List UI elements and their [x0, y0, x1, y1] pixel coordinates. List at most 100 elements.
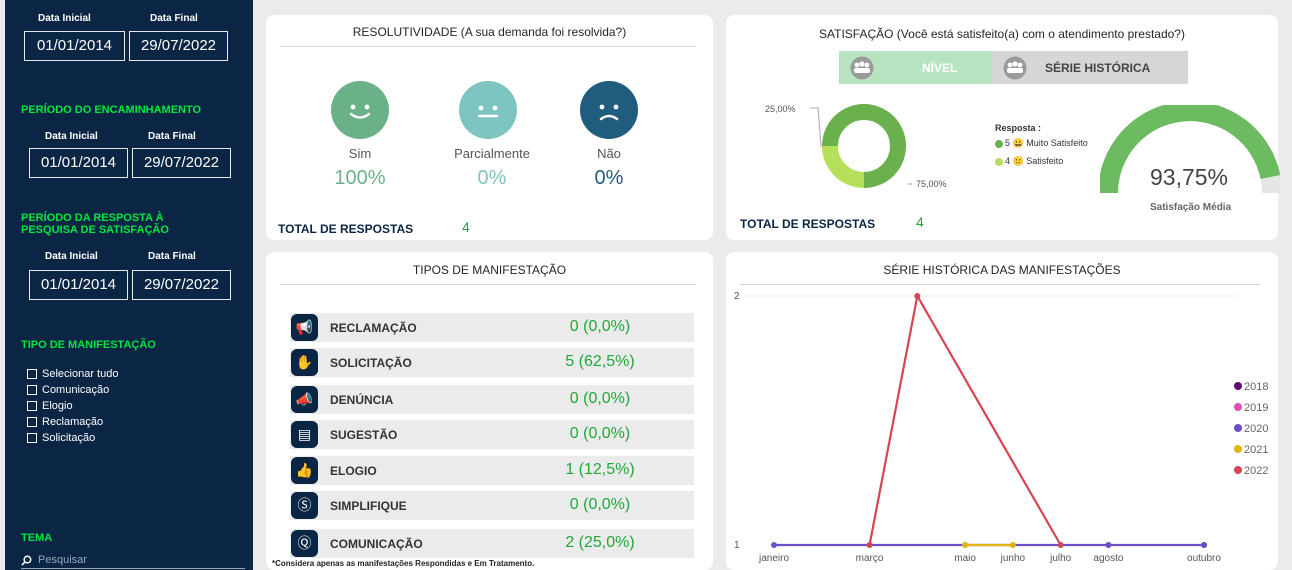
resolutividade-total-value: 4 [462, 219, 470, 235]
series-point-2022 [1057, 542, 1064, 548]
manifestation-row[interactable]: Ⓠ COMUNICAÇÃO 2 (25,0%) [290, 529, 694, 558]
top-end-date[interactable]: 29/07/2022 [129, 31, 228, 61]
encaminhamento-title: PERÍODO DO ENCAMINHAMENTO [21, 104, 202, 116]
legend-swatch [1234, 382, 1242, 390]
sad-face-icon [580, 81, 638, 139]
manifestation-name: COMUNICAÇÃO [330, 537, 423, 551]
manifestation-name: RECLAMAÇÃO [330, 321, 417, 335]
checkbox-comunicacao[interactable]: Comunicação [27, 382, 118, 398]
megaphone-icon: 📢 [291, 314, 318, 341]
checkbox-select-all[interactable]: Selecionar tudo [27, 366, 118, 382]
series-point-2022 [914, 293, 921, 299]
manifestation-row[interactable]: Ⓢ SIMPLIFIQUE 0 (0,0%) [290, 491, 694, 520]
x-tick-label: março [856, 553, 884, 564]
res-label-parcialmente: Parcialmente [454, 146, 530, 161]
date-final-label: Data Final [148, 131, 196, 142]
view-toggle[interactable]: NÍVEL SÉRIE HISTÓRICA [839, 51, 1188, 84]
res-value-nao: 0% [594, 167, 624, 189]
res-value-sim: 100% [334, 167, 386, 189]
manifestation-value: 0 (0,0%) [569, 390, 631, 407]
resposta-start-date[interactable]: 01/01/2014 [29, 270, 128, 300]
checkbox-elogio[interactable]: Elogio [27, 398, 118, 414]
date-final-label: Data Final [150, 13, 198, 24]
tema-title: TEMA [21, 532, 53, 544]
x-tick-label: julho [1049, 553, 1072, 564]
tipos-footnote: *Considera apenas as manifestações Respo… [272, 559, 535, 568]
legend-swatch [1234, 445, 1242, 453]
legend-item-satisfeito: 4 🙂 Satisfeito [995, 156, 1063, 167]
date-initial-label: Data Inicial [38, 13, 91, 24]
divider [280, 46, 696, 47]
group-icon [1003, 56, 1027, 80]
serie-title: SÉRIE HISTÓRICA DAS MANIFESTAÇÕES [883, 263, 1121, 277]
checkbox-icon[interactable] [27, 417, 37, 427]
legend-label: 2019 [1244, 402, 1268, 414]
manifestation-name: SOLICITAÇÃO [330, 356, 412, 370]
manifestation-value: 2 (25,0%) [565, 534, 635, 551]
date-initial-label: Data Inicial [45, 131, 98, 142]
filter-sidebar: Data Inicial Data Final 01/01/2014 29/07… [5, 0, 253, 570]
encaminhamento-start-date[interactable]: 01/01/2014 [29, 148, 128, 178]
checkbox-solicitacao[interactable]: Solicitação [27, 430, 118, 446]
x-tick-label: agosto [1093, 553, 1123, 564]
res-label-sim: Sim [348, 146, 372, 161]
legend-swatch [1234, 424, 1242, 432]
legend-label: 2018 [1244, 381, 1268, 393]
series-line-2022 [868, 292, 1062, 546]
serie-line-chart: 1 2 janeiro março maio junho julho agosto outubr… [734, 291, 1268, 564]
tipo-title: TIPO DE MANIFESTAÇÃO [21, 339, 156, 351]
y-tick-label: 2 [734, 291, 740, 302]
manifestation-row[interactable]: ✋ SOLICITAÇÃO 5 (62,5%) [290, 348, 694, 377]
toggle-serie-historica[interactable]: SÉRIE HISTÓRICA [1045, 61, 1150, 75]
date-final-label: Data Final [148, 251, 196, 262]
resposta-end-date[interactable]: 29/07/2022 [132, 270, 231, 300]
legend-label: 2022 [1244, 465, 1268, 477]
search-icon [21, 555, 32, 566]
x-tick-label: maio [954, 553, 976, 564]
legend-swatch [995, 157, 1003, 166]
manifestation-name: SIMPLIFIQUE [330, 499, 407, 513]
series-point-2020 [771, 542, 777, 548]
thumbs-up-icon: 👍 [291, 457, 318, 484]
series-point-2020 [1201, 542, 1207, 548]
x-tick-label: junho [1000, 553, 1026, 564]
hand-icon: ✋ [291, 349, 318, 376]
series-point-2020 [1105, 542, 1112, 548]
manifestation-value: 0 (0,0%) [569, 318, 631, 335]
group-icon [850, 56, 874, 80]
satisfacao-total-value: 4 [916, 214, 924, 230]
encaminhamento-end-date[interactable]: 29/07/2022 [132, 148, 231, 178]
alert-icon: 📣 [291, 386, 318, 413]
manifestation-row[interactable]: 📢 RECLAMAÇÃO 0 (0,0%) [290, 313, 694, 342]
res-value-parcialmente: 0% [477, 167, 507, 189]
tema-search-input[interactable]: Pesquisar [21, 552, 245, 569]
gauge-caption: Satisfação Média [1150, 202, 1232, 213]
resolutividade-title: RESOLUTIVIDADE (A sua demanda foi resolv… [352, 25, 627, 39]
date-initial-label: Data Inicial [45, 251, 98, 262]
legend-title: Resposta : [995, 123, 1042, 133]
legend-item-muito-satisfeito: 5 😀 Muito Satisfeito [995, 138, 1088, 149]
legend-label: 2021 [1244, 444, 1268, 456]
manifestation-name: ELOGIO [330, 464, 377, 478]
checkbox-icon[interactable] [27, 433, 37, 443]
manifestation-row[interactable]: 👍 ELOGIO 1 (12,5%) [290, 456, 694, 485]
checkbox-icon[interactable] [27, 385, 37, 395]
checkbox-icon[interactable] [27, 369, 37, 379]
neutral-face-icon [459, 81, 517, 139]
top-start-date[interactable]: 01/01/2014 [24, 31, 125, 61]
chat-icon: Ⓠ [291, 530, 318, 557]
manifestation-row[interactable]: 📣 DENÚNCIA 0 (0,0%) [290, 385, 694, 414]
manifestation-value: 1 (12,5%) [565, 461, 635, 478]
legend-swatch [995, 139, 1003, 148]
manifestation-row[interactable]: ▤ SUGESTÃO 0 (0,0%) [290, 420, 694, 449]
checkbox-icon[interactable] [27, 401, 37, 411]
manifestation-value: 0 (0,0%) [569, 425, 631, 442]
checkbox-reclamacao[interactable]: Reclamação [27, 414, 118, 430]
tipo-checkbox-list: Selecionar tudo Comunicação Elogio Recla… [27, 366, 118, 446]
manifestation-value: 5 (62,5%) [565, 353, 635, 370]
resolutividade-total-label: TOTAL DE RESPOSTAS [278, 222, 414, 236]
toggle-nivel-label[interactable]: NÍVEL [922, 61, 957, 75]
res-label-nao: Não [597, 146, 621, 161]
donut-leader-lines [810, 107, 912, 185]
legend-swatch [1234, 403, 1242, 411]
